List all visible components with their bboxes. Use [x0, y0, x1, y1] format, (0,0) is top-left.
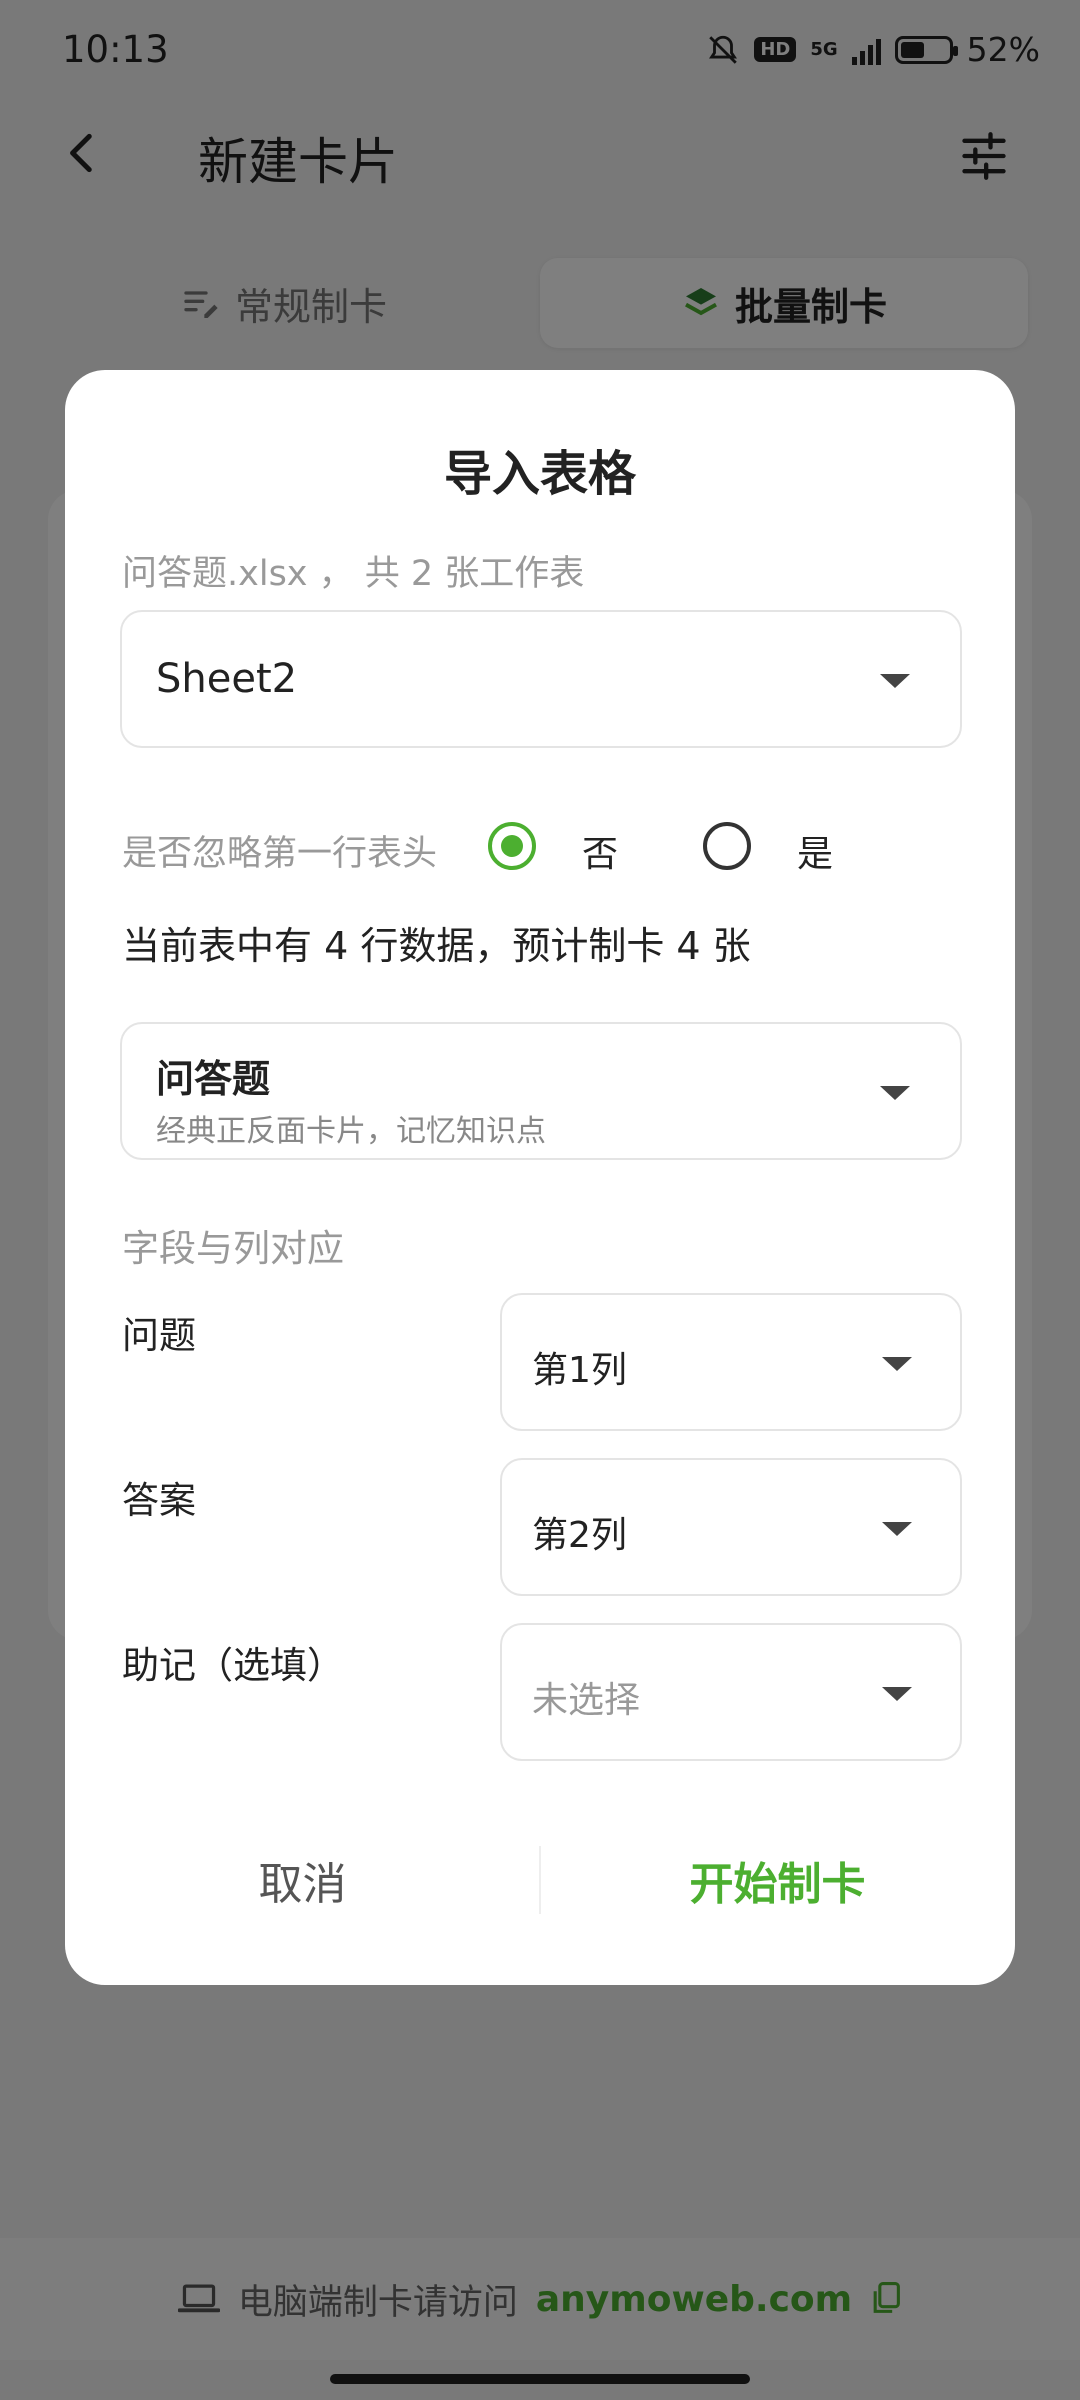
radio-yes-label[interactable]: 是 — [797, 825, 833, 877]
card-type-name: 问答题 — [156, 1057, 271, 1101]
chevron-down-icon — [882, 1357, 912, 1371]
chevron-down-icon — [880, 674, 910, 688]
question-column-select[interactable]: 第1列 — [500, 1293, 962, 1431]
answer-column-select[interactable]: 第2列 — [500, 1458, 962, 1596]
dialog-actions: 取消 开始制卡 — [65, 1830, 1015, 1930]
sheet-value: Sheet2 — [156, 656, 298, 702]
chevron-down-icon — [882, 1522, 912, 1536]
radio-yes[interactable] — [703, 822, 751, 870]
mapping-title: 字段与列对应 — [122, 1227, 344, 1270]
question-column-value: 第1列 — [532, 1350, 627, 1391]
data-summary: 当前表中有 4 行数据，预计制卡 4 张 — [122, 924, 751, 968]
card-type-desc: 经典正反面卡片，记忆知识点 — [156, 1114, 546, 1149]
answer-column-value: 第2列 — [532, 1515, 627, 1556]
mnemonic-column-value: 未选择 — [532, 1680, 641, 1721]
chevron-down-icon — [882, 1687, 912, 1701]
field-label-question: 问题 — [122, 1314, 196, 1357]
import-dialog: 导入表格 问答题.xlsx ， 共 2 张工作表 Sheet2 是否忽略第一行表… — [65, 370, 1015, 1985]
radio-no[interactable] — [488, 822, 536, 870]
field-label-mnemonic: 助记（选填） — [122, 1644, 344, 1687]
file-info: 问答题.xlsx ， 共 2 张工作表 — [122, 554, 585, 594]
cancel-button[interactable]: 取消 — [65, 1830, 540, 1930]
ignore-header-label: 是否忽略第一行表头 — [122, 834, 438, 874]
field-label-answer: 答案 — [122, 1479, 196, 1522]
mnemonic-column-select[interactable]: 未选择 — [500, 1623, 962, 1761]
start-button[interactable]: 开始制卡 — [540, 1830, 1015, 1930]
radio-no-label[interactable]: 否 — [582, 825, 618, 877]
card-type-select[interactable]: 问答题 经典正反面卡片，记忆知识点 — [120, 1022, 962, 1160]
dialog-title: 导入表格 — [443, 446, 636, 502]
sheet-select[interactable]: Sheet2 — [120, 610, 962, 748]
chevron-down-icon — [880, 1086, 910, 1100]
